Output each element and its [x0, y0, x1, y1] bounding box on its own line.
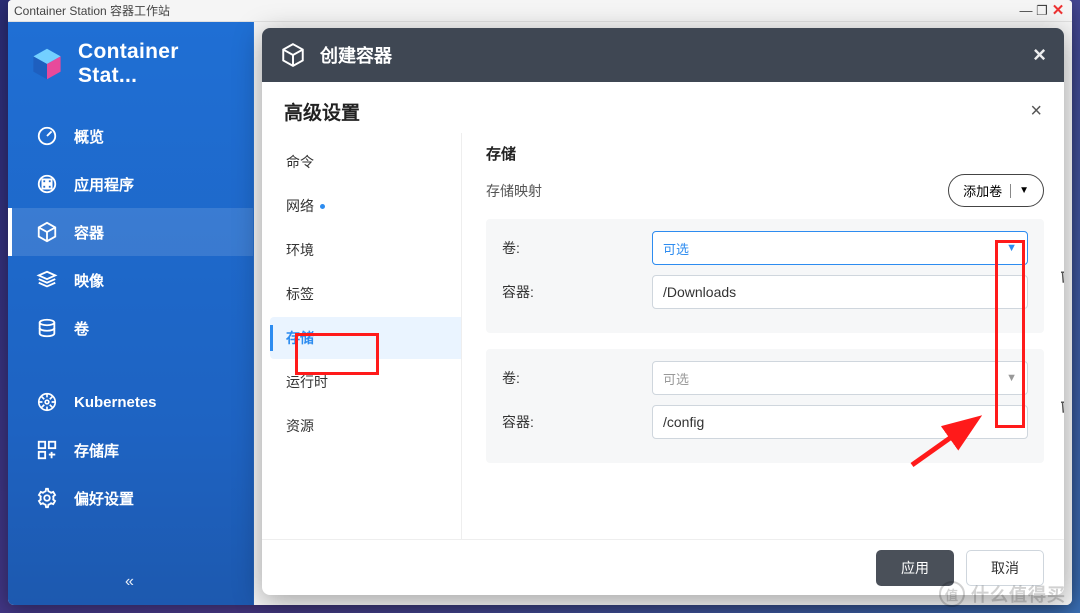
cube-icon — [36, 221, 58, 243]
nav-images[interactable]: 映像 — [8, 256, 253, 304]
advanced-subtabs: 命令 网络 环境 标签 存储 运行时 资源 — [262, 133, 462, 539]
nav-label: 概览 — [74, 126, 104, 147]
window-title: Container Station 容器工作站 — [14, 2, 170, 19]
nav-primary: 概览 应用程序 容器 — [8, 112, 253, 522]
nav-label: 卷 — [74, 318, 89, 339]
nav-apps[interactable]: 应用程序 — [8, 160, 253, 208]
volume-mapping-block: 卷: 可选 ▼ 容器: — [486, 349, 1044, 463]
brand: Container Stat... — [8, 22, 253, 110]
container-field-label: 容器: — [502, 412, 642, 432]
chevron-down-icon: ▼ — [1006, 242, 1017, 254]
nav-preferences[interactable]: 偏好设置 — [8, 474, 253, 522]
maximize-button[interactable]: ❐ — [1034, 4, 1050, 17]
watermark: 值 什么值得买 — [939, 581, 1066, 607]
gauge-icon — [36, 125, 58, 147]
squares-icon — [36, 439, 58, 461]
watermark-icon: 值 — [939, 581, 965, 607]
subtab-network[interactable]: 网络 — [270, 185, 461, 227]
nav-label: 偏好设置 — [74, 488, 134, 509]
volume-select[interactable]: 可选 ▼ — [652, 231, 1028, 265]
nav-label: 映像 — [74, 270, 104, 291]
titlebar: Container Station 容器工作站 — ❐ ✕ — [8, 0, 1072, 22]
add-volume-label: 添加卷 — [963, 181, 1002, 200]
database-icon — [36, 317, 58, 339]
mapping-label: 存储映射 — [486, 181, 542, 201]
sidebar-collapse[interactable]: « — [8, 559, 253, 605]
nav-label: 容器 — [74, 222, 104, 243]
nav-repos[interactable]: 存储库 — [8, 426, 253, 474]
nav-label: Kubernetes — [74, 394, 157, 411]
minimize-button[interactable]: — — [1018, 4, 1034, 17]
panel-heading: 存储 — [486, 143, 1044, 164]
subtab-command[interactable]: 命令 — [270, 141, 461, 183]
delete-mapping-button[interactable] — [1058, 267, 1064, 285]
gear-icon — [36, 487, 58, 509]
cube-icon — [280, 42, 306, 68]
sidebar: Container Stat... 概览 应用程序 — [8, 22, 254, 605]
nav-overview[interactable]: 概览 — [8, 112, 253, 160]
container-path-input[interactable] — [652, 275, 1028, 309]
modal-title: 创建容器 — [320, 42, 392, 68]
subtab-resources[interactable]: 资源 — [270, 405, 461, 447]
advanced-settings-title: 高级设置 — [284, 98, 360, 125]
advanced-close-button[interactable]: × — [1030, 100, 1042, 123]
chevron-down-icon: ▼ — [1019, 185, 1029, 196]
create-container-modal: 创建容器 × 高级设置 × 命令 网络 环境 标签 存储 运行时 资源 存储 存… — [262, 28, 1064, 595]
add-volume-button[interactable]: 添加卷 ▼ — [948, 174, 1044, 207]
volume-mapping-block: 卷: 可选 ▼ 容器: — [486, 219, 1044, 333]
dot-icon — [320, 204, 325, 209]
subtab-labels[interactable]: 标签 — [270, 273, 461, 315]
storage-panel: 存储 存储映射 添加卷 ▼ 卷: 可选 — [462, 133, 1064, 539]
logo-icon — [30, 47, 64, 81]
subtab-environment[interactable]: 环境 — [270, 229, 461, 271]
nav-volumes[interactable]: 卷 — [8, 304, 253, 352]
brand-title: Container Stat... — [78, 40, 235, 88]
chevron-down-icon: ▼ — [1006, 372, 1017, 384]
subtab-runtime[interactable]: 运行时 — [270, 361, 461, 403]
nav-kubernetes[interactable]: Kubernetes — [8, 378, 253, 426]
grid-icon — [36, 173, 58, 195]
volume-field-label: 卷: — [502, 368, 642, 388]
volume-field-label: 卷: — [502, 238, 642, 258]
modal-close-button[interactable]: × — [1033, 42, 1046, 68]
nav-containers[interactable]: 容器 — [8, 208, 253, 256]
modal-header: 创建容器 × — [262, 28, 1064, 82]
helm-icon — [36, 391, 58, 413]
nav-label: 应用程序 — [74, 174, 134, 195]
container-path-input[interactable] — [652, 405, 1028, 439]
nav-label: 存储库 — [74, 440, 119, 461]
layers-icon — [36, 269, 58, 291]
volume-select[interactable]: 可选 ▼ — [652, 361, 1028, 395]
window-close-button[interactable]: ✕ — [1050, 4, 1066, 17]
delete-mapping-button[interactable] — [1058, 397, 1064, 415]
container-field-label: 容器: — [502, 282, 642, 302]
subtab-storage[interactable]: 存储 — [270, 317, 461, 359]
